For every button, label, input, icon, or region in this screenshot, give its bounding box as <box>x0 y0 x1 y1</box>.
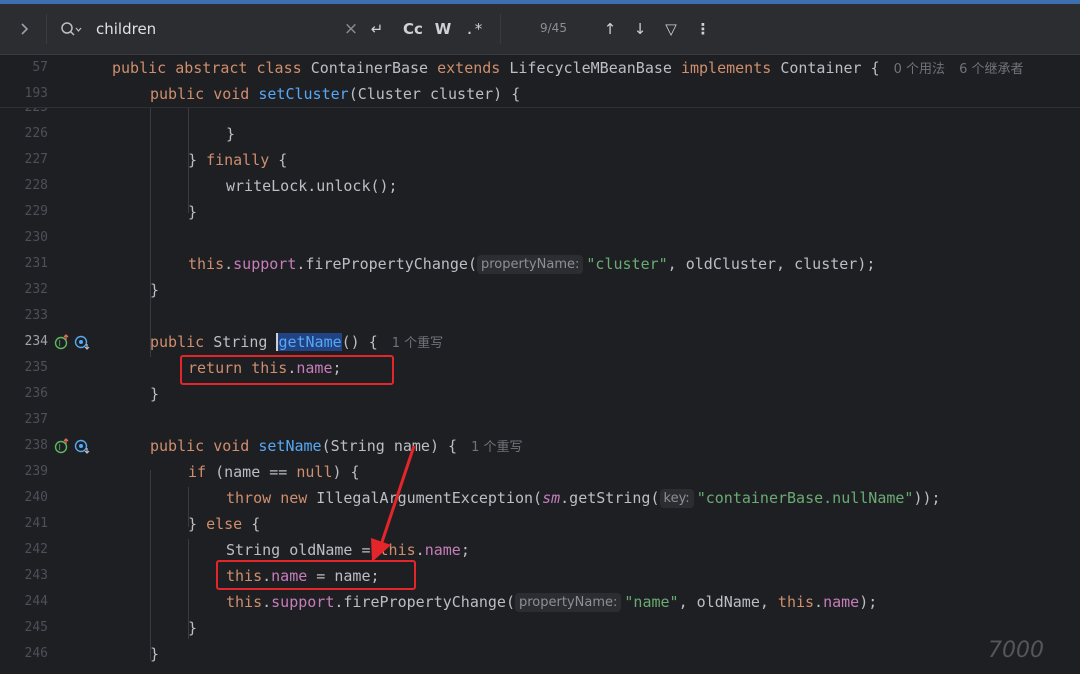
annotation-arrow <box>371 445 416 562</box>
